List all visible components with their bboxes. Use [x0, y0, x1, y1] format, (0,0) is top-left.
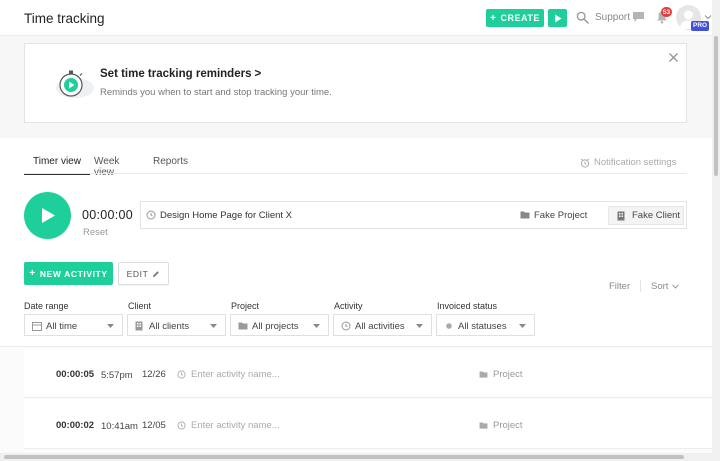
caret-down-icon: [107, 324, 114, 328]
building-icon: [617, 211, 625, 220]
folder-icon: [238, 322, 248, 330]
entry-date[interactable]: 12/05: [142, 420, 166, 431]
calendar-icon: [32, 322, 42, 331]
scroll-thumb[interactable]: [714, 36, 718, 176]
timer-display: 00:00:00: [82, 208, 134, 222]
scroll-thumb[interactable]: [4, 455, 684, 459]
date-range-value: All time: [46, 321, 78, 332]
divider: [640, 280, 641, 292]
chevron-down-icon: [672, 284, 680, 289]
play-icon: [41, 208, 55, 223]
start-timer-button[interactable]: [548, 9, 567, 27]
dot-icon: [446, 323, 452, 329]
reminder-title-link[interactable]: Set time tracking reminders >: [100, 68, 261, 80]
tab-reports[interactable]: Reports: [153, 153, 188, 173]
view-tabs: Timer view Week view Reports: [24, 153, 188, 178]
alarm-clock-icon: [580, 158, 590, 168]
activity-description[interactable]: Design Home Page for Client X: [160, 210, 292, 221]
clock-icon: [177, 421, 186, 430]
close-icon[interactable]: [668, 52, 679, 63]
clock-icon: [146, 210, 156, 220]
pencil-icon: [153, 270, 160, 277]
filter-label-date-range: Date range: [24, 301, 69, 311]
start-timer-big-button[interactable]: [24, 192, 71, 239]
chevron-down-icon[interactable]: [704, 14, 712, 20]
entries-list: 00:00:05 5:57pm 12/26 Enter activity nam…: [0, 346, 712, 453]
project-selector[interactable]: Fake Project: [534, 210, 587, 221]
sort-label: Sort: [651, 281, 669, 292]
client-select[interactable]: All clients: [127, 314, 226, 336]
activity-name-input[interactable]: Enter activity name...: [191, 369, 280, 380]
tabs-divider: [24, 173, 687, 174]
horizontal-scrollbar[interactable]: [0, 453, 712, 461]
stopwatch-icon: [56, 70, 94, 98]
create-button[interactable]: + CREATE: [486, 9, 544, 27]
new-activity-label: NEW ACTIVITY: [39, 268, 108, 279]
activity-select[interactable]: All activities: [333, 314, 432, 336]
plus-icon: +: [490, 12, 497, 24]
invoiced-status-select[interactable]: All statuses: [436, 314, 535, 336]
clock-icon: [177, 370, 186, 379]
filter-label-invoiced-status: Invoiced status: [437, 301, 498, 311]
filter-label-activity: Activity: [334, 301, 363, 311]
page-title: Time tracking: [24, 11, 105, 26]
vertical-scrollbar[interactable]: [712, 0, 720, 461]
search-icon[interactable]: [576, 11, 589, 24]
filter-label-project: Project: [231, 301, 260, 311]
timer-entry-bar[interactable]: Design Home Page for Client X Fake Proje…: [140, 201, 687, 229]
entry-date[interactable]: 12/26: [142, 369, 166, 380]
caret-down-icon: [519, 324, 526, 328]
filter-link[interactable]: Filter: [609, 281, 630, 292]
caret-down-icon: [313, 324, 320, 328]
entry-time[interactable]: 5:57pm: [101, 370, 133, 381]
sort-link[interactable]: Sort: [651, 281, 680, 292]
reminder-subtitle: Reminds you when to start and stop track…: [100, 87, 332, 98]
filter-label-client: Client: [128, 301, 152, 311]
client-value: All clients: [149, 321, 190, 332]
plus-icon: +: [29, 268, 36, 279]
chevron-right-icon: >: [254, 68, 262, 80]
caret-down-icon: [210, 324, 217, 328]
create-button-label: CREATE: [500, 13, 540, 23]
activity-name-input[interactable]: Enter activity name...: [191, 420, 280, 431]
invoiced-status-value: All statuses: [458, 321, 507, 332]
play-icon: [554, 14, 561, 22]
new-activity-button[interactable]: + NEW ACTIVITY: [24, 262, 113, 285]
top-bar: Time tracking + CREATE Support 53 PRO: [0, 0, 712, 36]
notification-settings-link[interactable]: Notification settings: [580, 157, 676, 168]
list-item[interactable]: 00:00:02 10:41am 12/05 Enter activity na…: [24, 399, 712, 449]
edit-button[interactable]: EDIT: [118, 262, 169, 285]
edit-label: EDIT: [126, 268, 149, 279]
support-link[interactable]: Support: [595, 12, 630, 23]
reminder-title: Set time tracking reminders: [100, 68, 252, 80]
date-range-select[interactable]: All time: [24, 314, 123, 336]
client-selector[interactable]: Fake Client: [608, 206, 684, 225]
entry-project-selector[interactable]: Project: [493, 369, 523, 380]
project-value: All projects: [252, 321, 299, 332]
entry-duration: 00:00:02: [56, 420, 95, 431]
folder-icon: [479, 422, 488, 429]
caret-down-icon: [416, 324, 423, 328]
activity-value: All activities: [355, 321, 405, 332]
entry-project-selector[interactable]: Project: [493, 420, 523, 431]
tab-timer-view[interactable]: Timer view: [24, 153, 90, 175]
folder-icon: [520, 211, 530, 219]
building-icon: [135, 321, 143, 331]
list-item[interactable]: 00:00:05 5:57pm 12/26 Enter activity nam…: [24, 348, 712, 398]
notification-settings-label: Notification settings: [594, 157, 677, 168]
project-select[interactable]: All projects: [230, 314, 329, 336]
notification-badge: 53: [661, 7, 672, 17]
client-label: Fake Client: [632, 210, 681, 221]
pro-badge: PRO: [691, 21, 710, 31]
entry-time[interactable]: 10:41am: [101, 421, 138, 432]
clock-icon: [341, 321, 351, 331]
folder-icon: [479, 371, 488, 378]
reset-link[interactable]: Reset: [83, 227, 108, 238]
tab-week-view[interactable]: Week view: [94, 153, 119, 184]
entry-duration: 00:00:05: [56, 369, 95, 380]
chat-icon[interactable]: [632, 11, 645, 23]
reminder-banner: Set time tracking reminders > Reminds you…: [24, 43, 687, 123]
